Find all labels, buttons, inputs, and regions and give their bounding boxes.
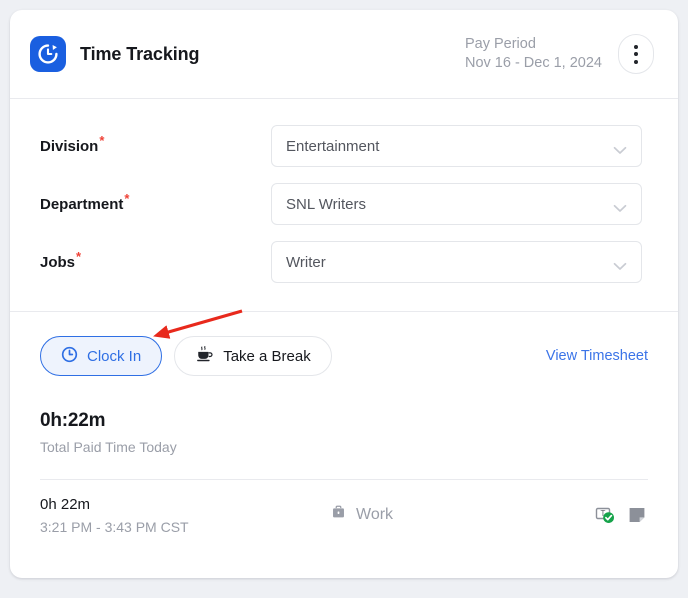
department-select[interactable]: SNL Writers [271, 183, 642, 225]
clock-icon [61, 346, 78, 367]
table-row[interactable]: 0h 22m 3:21 PM - 3:43 PM CST Work T [40, 480, 648, 536]
division-select[interactable]: Entertainment [271, 125, 642, 167]
card-header: Time Tracking Pay Period Nov 16 - Dec 1,… [10, 10, 678, 99]
department-value: SNL Writers [286, 195, 367, 213]
required-asterisk: * [99, 132, 105, 148]
actions-bar: Clock In Take a Break View Timesheet [10, 312, 678, 394]
pay-period: Pay Period Nov 16 - Dec 1, 2024 [465, 35, 602, 73]
department-label-text: Department [40, 195, 124, 213]
entry-type: Work [330, 504, 393, 526]
take-a-break-label: Take a Break [223, 347, 311, 365]
entry-type-label: Work [356, 506, 394, 523]
division-label-text: Division [40, 137, 99, 155]
pay-period-label: Pay Period [464, 36, 536, 52]
department-label: Department* [40, 192, 271, 213]
page-title: Time Tracking [80, 43, 200, 64]
kebab-dot [634, 52, 638, 56]
total-paid-time-value: 0h:22m [40, 410, 106, 431]
entry-time-range: 3:21 PM - 3:43 PM CST [40, 518, 189, 535]
jobs-value: Writer [286, 253, 326, 271]
coffee-cup-icon [195, 345, 214, 367]
entry-time-block: 0h 22m 3:21 PM - 3:43 PM CST [40, 496, 330, 535]
view-timesheet-link[interactable]: View Timesheet [546, 348, 648, 364]
entry-actions: T [594, 504, 648, 526]
required-asterisk: * [76, 248, 82, 264]
kebab-menu-icon[interactable] [618, 34, 654, 74]
clock-timer-icon [30, 36, 66, 72]
header-right: Pay Period Nov 16 - Dec 1, 2024 [465, 34, 654, 74]
kebab-dot [634, 44, 638, 49]
division-value: Entertainment [286, 137, 380, 155]
screen-root: Time Tracking Pay Period Nov 16 - Dec 1,… [0, 0, 688, 598]
brand: Time Tracking [30, 36, 200, 72]
time-tracking-card: Time Tracking Pay Period Nov 16 - Dec 1,… [10, 10, 678, 578]
jobs-select[interactable]: Writer [271, 241, 642, 283]
jobs-label-text: Jobs [40, 253, 76, 271]
summary: 0h:22m Total Paid Time Today [10, 394, 678, 455]
take-a-break-button[interactable]: Take a Break [174, 336, 332, 376]
form-row-division: Division* Entertainment [40, 117, 642, 175]
assignment-form: Division* Entertainment Department* SNL … [10, 99, 678, 312]
kebab-dot [634, 59, 638, 64]
timecard-approved-icon[interactable]: T [594, 504, 616, 526]
total-paid-time-caption: Total Paid Time Today [40, 439, 177, 455]
jobs-label: Jobs* [40, 250, 271, 271]
briefcase-icon [330, 504, 347, 526]
entry-duration: 0h 22m [40, 495, 91, 513]
chevron-down-icon [613, 200, 627, 212]
division-label: Division* [40, 134, 271, 155]
form-row-department: Department* SNL Writers [40, 175, 642, 233]
required-asterisk: * [124, 190, 130, 206]
form-row-jobs: Jobs* Writer [40, 233, 642, 291]
entry-list: 0h 22m 3:21 PM - 3:43 PM CST Work T [40, 479, 648, 536]
pay-period-range: Nov 16 - Dec 1, 2024 [464, 55, 602, 71]
chevron-down-icon [613, 142, 627, 154]
note-icon[interactable] [626, 504, 648, 526]
clock-in-button[interactable]: Clock In [40, 336, 163, 376]
clock-in-label: Clock In [87, 347, 142, 365]
chevron-down-icon [613, 258, 627, 270]
